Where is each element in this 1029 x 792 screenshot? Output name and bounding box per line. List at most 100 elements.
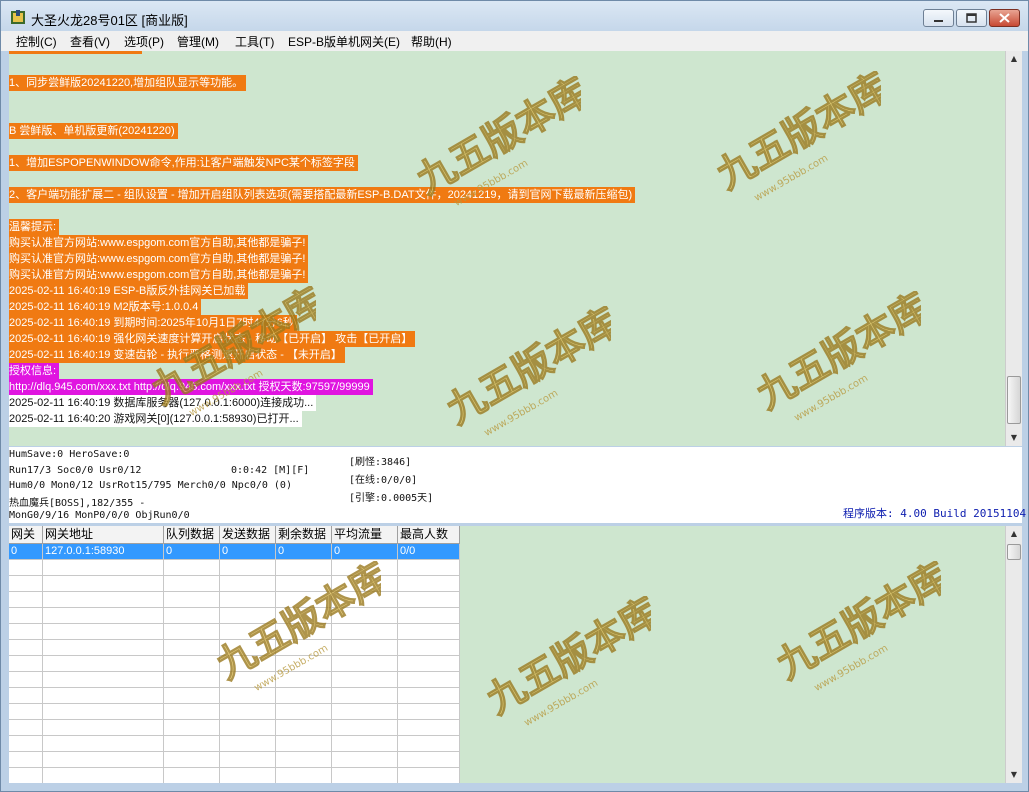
col-header-address[interactable]: 网关地址 <box>43 526 164 544</box>
empty-cell <box>43 656 164 672</box>
minimize-icon <box>934 20 943 22</box>
grid-scroll-thumb[interactable] <box>1007 544 1021 560</box>
empty-cell <box>220 576 276 592</box>
empty-cell <box>276 688 332 704</box>
empty-cell <box>164 736 220 752</box>
menu-view[interactable]: 查看(V) <box>70 33 110 50</box>
empty-cell <box>332 624 398 640</box>
menu-bar: 控制(C) 查看(V) 选项(P) 管理(M) 工具(T) ESP-B版单机网关… <box>1 31 1028 51</box>
log-line: 2025-02-11 16:40:19 ESP-B版反外挂网关已加载 <box>9 283 249 299</box>
empty-cell <box>276 736 332 752</box>
log-line: 1、同步尝鲜版20241220,增加组队显示等功能。 <box>9 75 247 91</box>
empty-cell <box>332 736 398 752</box>
col-header-remaining[interactable]: 剩余数据 <box>276 526 332 544</box>
title-bar[interactable]: 大圣火龙28号01区 [商业版] <box>1 1 1028 31</box>
empty-cell <box>276 672 332 688</box>
empty-cell <box>43 768 164 783</box>
empty-cell <box>398 576 460 592</box>
menu-control[interactable]: 控制(C) <box>16 33 57 50</box>
col-header-max-users[interactable]: 最高人数 <box>398 526 460 544</box>
refresh-count: [刷怪:3846] <box>349 457 412 468</box>
menu-tools[interactable]: 工具(T) <box>235 33 274 50</box>
log-line: 2025-02-11 16:40:19 数据库服务器(127.0.0.1:600… <box>9 395 317 411</box>
status-save: HumSave:0 HeroSave:0 <box>9 449 130 460</box>
empty-cell <box>276 576 332 592</box>
empty-cell <box>164 688 220 704</box>
empty-cell <box>332 576 398 592</box>
empty-row <box>9 752 460 768</box>
empty-cell <box>276 720 332 736</box>
log-line: http://dlq.945.com/xxx.txt http://dlq.94… <box>9 379 373 395</box>
col-header-queue[interactable]: 队列数据 <box>164 526 220 544</box>
col-header-avg-traffic[interactable]: 平均流量 <box>332 526 398 544</box>
log-line: 购买认准官方网站:www.espgom.com官方自助,其他都是骗子! <box>9 267 309 283</box>
empty-cell <box>398 624 460 640</box>
menu-espb-gateway[interactable]: ESP-B版单机网关(E) <box>288 33 400 50</box>
scroll-up-icon[interactable]: ▲ <box>1006 526 1022 542</box>
empty-cell <box>9 688 43 704</box>
empty-cell <box>43 704 164 720</box>
log-scrollbar[interactable]: ▲ ▼ <box>1005 51 1022 446</box>
empty-cell <box>164 592 220 608</box>
status-monsters: MonG0/9/16 MonP0/0/0 ObjRun0/0 <box>9 510 190 521</box>
log-line: 授权信息: <box>9 363 60 379</box>
empty-row <box>9 640 460 656</box>
empty-cell <box>332 688 398 704</box>
status-time: 0:0:42 [M][F] <box>231 465 310 476</box>
empty-cell <box>164 640 220 656</box>
empty-cell <box>332 768 398 783</box>
menu-help[interactable]: 帮助(H) <box>411 33 452 50</box>
menu-options[interactable]: 选项(P) <box>124 33 164 50</box>
empty-cell <box>398 720 460 736</box>
empty-cell <box>332 672 398 688</box>
empty-row <box>9 736 460 752</box>
log-line: 温馨提示: <box>9 219 60 235</box>
empty-cell <box>164 608 220 624</box>
gateway-grid[interactable]: 网关 网关地址 队列数据 发送数据 剩余数据 平均流量 最高人数 0 127.0… <box>9 526 460 783</box>
col-header-gateway[interactable]: 网关 <box>9 526 43 544</box>
empty-cell <box>164 768 220 783</box>
col-header-sent[interactable]: 发送数据 <box>220 526 276 544</box>
close-button[interactable] <box>989 9 1020 27</box>
empty-cell <box>398 608 460 624</box>
engine-time: [引擎:0.0005天] <box>349 493 434 504</box>
empty-cell <box>276 704 332 720</box>
empty-cell <box>332 608 398 624</box>
empty-row <box>9 608 460 624</box>
window-title: 大圣火龙28号01区 [商业版] <box>31 13 188 28</box>
program-version: 程序版本: 4.00 Build 20151104 <box>843 507 1027 520</box>
empty-cell <box>43 560 164 576</box>
grid-scrollbar[interactable]: ▲ ▼ <box>1005 526 1022 783</box>
empty-cell <box>9 560 43 576</box>
table-row[interactable]: 0 127.0.0.1:58930 0 0 0 0 0/0 <box>9 544 460 560</box>
status-panel: HumSave:0 HeroSave:0 Run17/3 Soc0/0 Usr0… <box>9 447 1026 523</box>
cell-sent: 0 <box>220 544 276 560</box>
empty-row <box>9 688 460 704</box>
empty-cell <box>398 672 460 688</box>
log-line: 2025-02-11 16:40:19 M2版本号:1.0.0.4 <box>9 299 202 315</box>
empty-cell <box>332 656 398 672</box>
empty-cell <box>332 752 398 768</box>
menu-manage[interactable]: 管理(M) <box>177 33 219 50</box>
log-scroll-thumb[interactable] <box>1007 376 1021 424</box>
scroll-down-icon[interactable]: ▼ <box>1006 767 1022 783</box>
log-line: 2、客户端功能扩展二 - 组队设置 - 增加开启组队列表选项(需要搭配最新ESP… <box>9 187 636 203</box>
empty-cell <box>43 672 164 688</box>
log-panel[interactable]: 1、同步尝鲜版20241220,增加组队显示等功能。 B 尝鲜版、单机版更新(2… <box>9 51 1005 446</box>
scroll-down-icon[interactable]: ▼ <box>1006 430 1022 446</box>
cell-max-users: 0/0 <box>398 544 460 560</box>
empty-cell <box>220 656 276 672</box>
empty-cell <box>220 720 276 736</box>
empty-cell <box>332 720 398 736</box>
empty-cell <box>164 704 220 720</box>
minimize-button[interactable] <box>923 9 954 27</box>
scroll-up-icon[interactable]: ▲ <box>1006 51 1022 67</box>
maximize-button[interactable] <box>956 9 987 27</box>
empty-cell <box>164 720 220 736</box>
empty-cell <box>9 576 43 592</box>
empty-row <box>9 720 460 736</box>
empty-row <box>9 672 460 688</box>
log-line: 2025-02-11 16:40:19 变速齿轮 - 执行严格测速开启状态 - … <box>9 347 345 363</box>
empty-row <box>9 576 460 592</box>
log-line: B 尝鲜版、单机版更新(20241220) <box>9 123 178 139</box>
